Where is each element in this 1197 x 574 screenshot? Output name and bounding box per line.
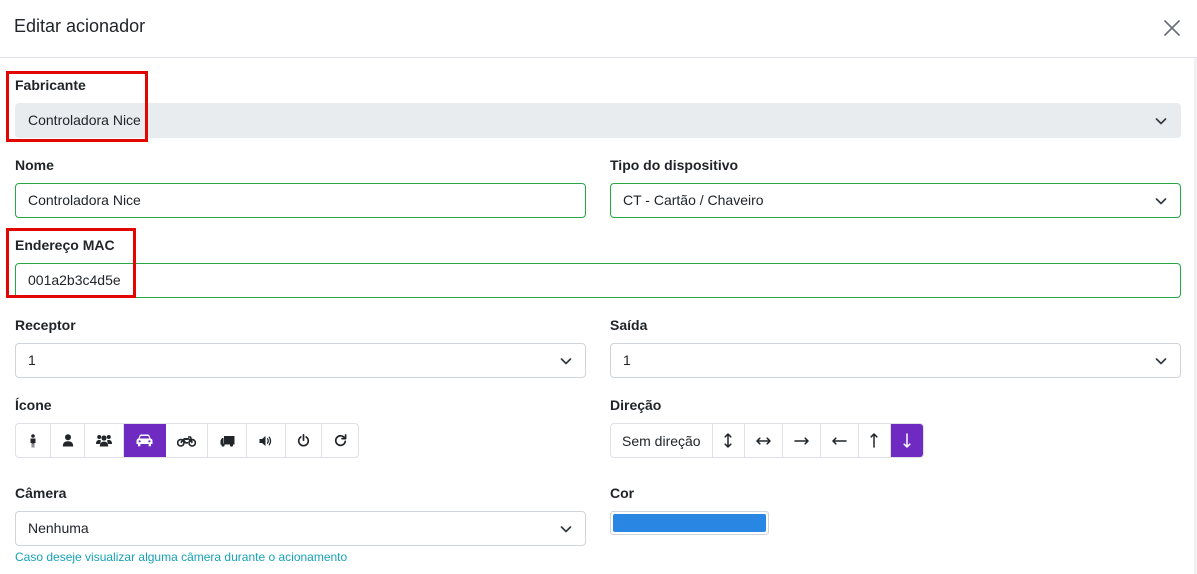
redo-icon [334,434,346,447]
icone-label: Ícone [15,397,52,413]
direction-option-left[interactable] [821,424,859,457]
icon-option-users[interactable] [85,424,124,457]
direction-option-right[interactable] [783,424,821,457]
arrow-right-icon [793,436,809,445]
direction-option-down[interactable] [890,424,923,457]
arrow-up-icon [870,433,878,448]
chevron-down-icon [560,523,572,535]
nome-value: Controladora Nice [28,192,141,208]
user-icon [62,434,73,447]
users-icon [96,435,112,447]
camera-help-text: Caso deseje visualizar alguma câmera dur… [15,550,348,564]
chevron-down-icon [1155,195,1167,207]
icon-option-redo[interactable] [322,424,358,457]
modal-header: Editar acionador [0,0,1197,58]
arrow-down-icon [903,433,911,448]
saida-select[interactable]: 1 [610,343,1181,378]
icon-option-power[interactable] [286,424,322,457]
direction-option-vertical[interactable] [713,424,745,457]
nome-input[interactable]: Controladora Nice [15,183,586,218]
mac-input[interactable]: 001a2b3c4d5e [15,263,1181,298]
icon-option-truck[interactable] [208,424,247,457]
cor-label: Cor [610,485,635,501]
saida-label: Saída [610,317,648,333]
camera-label: Câmera [15,485,67,501]
color-picker[interactable] [610,511,769,535]
direction-option-up[interactable] [859,424,891,457]
icon-option-person[interactable] [16,424,51,457]
direcao-label: Direção [610,397,662,413]
chevron-down-icon [1155,115,1167,127]
tipo-select[interactable]: CT - Cartão / Chaveiro [610,183,1181,218]
highlight-box-mac [6,228,136,298]
direction-option-none[interactable]: Sem direção [611,424,713,457]
close-icon [1164,20,1180,36]
chevron-down-icon [1155,355,1167,367]
tipo-label: Tipo do dispositivo [610,157,739,173]
icon-option-volume[interactable] [247,424,286,457]
person-icon [30,433,36,447]
receptor-value: 1 [28,352,36,368]
receptor-label: Receptor [15,317,76,333]
fabricante-select[interactable]: Controladora Nice [15,103,1181,138]
receptor-select[interactable]: 1 [15,343,586,378]
close-button[interactable] [1161,17,1183,39]
modal-title: Editar acionador [14,16,146,36]
chevron-down-icon [560,355,572,367]
arrows-horizontal-icon [755,436,771,445]
arrow-left-icon [831,436,847,445]
arrows-vertical-icon [724,433,732,448]
direction-picker: Sem direção [610,423,924,458]
direction-option-horizontal[interactable] [745,424,783,457]
motorcycle-icon [177,435,196,447]
camera-value: Nenhuma [28,520,89,536]
icon-option-motorcycle[interactable] [166,424,208,457]
color-swatch-fill [613,514,766,532]
power-icon [297,434,310,447]
truck-icon [220,435,234,447]
icon-option-car[interactable] [124,424,166,457]
highlight-box-fabricante [6,71,148,142]
saida-value: 1 [623,352,631,368]
icon-option-user[interactable] [51,424,85,457]
nome-label: Nome [15,157,54,173]
tipo-value: CT - Cartão / Chaveiro [623,192,764,208]
camera-select[interactable]: Nenhuma [15,511,586,546]
volume-icon [259,435,272,446]
car-icon [136,434,153,447]
icon-picker [15,423,359,458]
